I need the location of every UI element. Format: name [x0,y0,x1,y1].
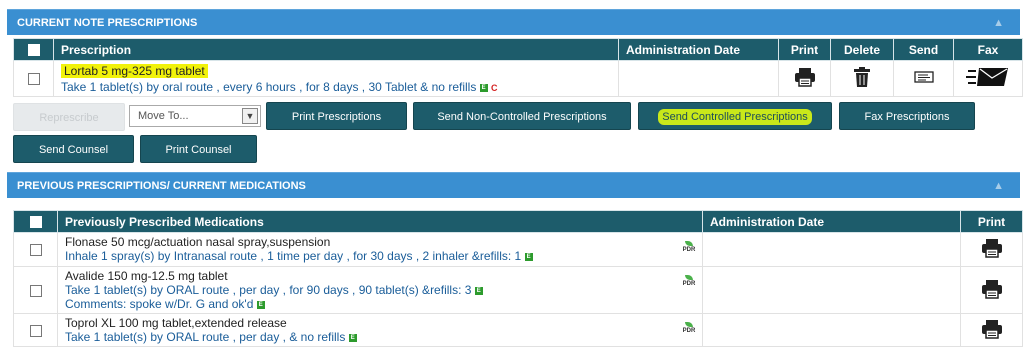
move-to-select[interactable]: Move To... ▼ [129,105,261,127]
table-row: Avalide 150 mg-12.5 mg tablet Take 1 tab… [13,266,1023,314]
section-title: CURRENT NOTE PRESCRIPTIONS [17,17,198,29]
row-select-cell [13,313,58,347]
fax-header: Fax [953,38,1023,61]
move-to-value: Move To... [138,110,189,122]
previous-prescriptions-table: Previously Prescribed Medications Admini… [13,210,1023,347]
e-prescribe-badge: E [348,333,357,342]
printer-icon[interactable] [794,67,816,87]
drug-name[interactable]: Lortab 5 mg-325 mg tablet [61,64,208,78]
admin-date-header: Administration Date [618,38,779,61]
drug-sig: Inhale 1 spray(s) by Intranasal route , … [65,249,522,263]
e-prescribe-badge: E [256,300,265,309]
print-prescriptions-label: Print Prescriptions [291,111,382,123]
table-row: Toprol XL 100 mg tablet,extended release… [13,313,1023,347]
medication-cell: Avalide 150 mg-12.5 mg tablet Take 1 tab… [57,266,703,314]
print-prescriptions-button[interactable]: Print Prescriptions [266,102,407,130]
prescription-cell: Lortab 5 mg-325 mg tablet Take 1 tablet(… [53,60,619,97]
medication-cell: Toprol XL 100 mg tablet,extended release… [57,313,703,347]
send-icon[interactable] [913,71,934,83]
pdr-label: PDR [682,328,696,334]
represcribe-button[interactable]: Represcribe [13,103,125,131]
previous-prescriptions-header: PREVIOUS PRESCRIPTIONS/ CURRENT MEDICATI… [7,172,1020,198]
trash-icon[interactable] [854,67,870,87]
meds-header: Previously Prescribed Medications [57,210,703,233]
collapse-caret-icon[interactable]: ▲ [993,10,1004,36]
e-prescribe-badge: E [474,286,483,295]
delete-header: Delete [830,38,894,61]
send-cell [893,60,954,97]
e-prescribe-badge: E [479,83,488,92]
section-title: PREVIOUS PRESCRIPTIONS/ CURRENT MEDICATI… [17,180,306,192]
print-cell [778,60,831,97]
fax-cell [953,60,1023,97]
admin-date-cell [618,60,779,97]
send-controlled-label: Send Controlled Prescriptions [658,109,812,125]
send-non-controlled-button[interactable]: Send Non-Controlled Prescriptions [413,102,631,130]
table-header-row: Prescription Administration Date Print D… [13,38,1023,61]
pdr-label: PDR [682,281,696,287]
print-cell [960,266,1023,314]
admin-date-cell [702,313,961,347]
print-counsel-button[interactable]: Print Counsel [140,135,257,163]
row-checkbox[interactable] [29,244,42,257]
print-header: Print [960,210,1023,233]
printer-icon[interactable] [981,238,1003,258]
table-row: Lortab 5 mg-325 mg tablet Take 1 tablet(… [13,60,1023,97]
drug-name[interactable]: Flonase 50 mcg/actuation nasal spray,sus… [65,235,330,249]
row-select-cell [13,60,54,97]
print-cell [960,313,1023,347]
printer-icon[interactable] [981,319,1003,339]
e-prescribe-badge: E [524,252,533,261]
delete-cell [830,60,894,97]
row-checkbox[interactable] [29,324,42,337]
row-checkbox[interactable] [29,284,42,297]
chevron-down-icon[interactable]: ▼ [242,108,258,124]
current-prescriptions-header: CURRENT NOTE PRESCRIPTIONS ▲ [7,9,1020,35]
pdr-icon[interactable]: PDR [682,241,696,256]
send-controlled-button[interactable]: Send Controlled Prescriptions [638,102,832,130]
collapse-caret-icon[interactable]: ▲ [993,173,1004,199]
prescription-header: Prescription [53,38,619,61]
row-checkbox[interactable] [27,73,40,86]
drug-sig: Take 1 tablet(s) by ORAL route , per day… [65,330,346,344]
print-cell [960,232,1023,267]
drug-comment: Comments: spoke w/Dr. G and ok'd [65,297,254,311]
drug-name[interactable]: Avalide 150 mg-12.5 mg tablet [65,269,228,283]
select-all-cell [13,210,58,233]
send-counsel-label: Send Counsel [38,144,109,156]
drug-sig: Take 1 tablet(s) by oral route , every 6… [61,80,477,94]
table-row: Flonase 50 mcg/actuation nasal spray,sus… [13,232,1023,267]
fax-icon[interactable] [966,66,1010,88]
print-counsel-label: Print Counsel [165,144,232,156]
admin-date-cell [702,266,961,314]
row-select-cell [13,232,58,267]
fax-prescriptions-button[interactable]: Fax Prescriptions [839,102,975,130]
row-select-cell [13,266,58,314]
send-non-controlled-label: Send Non-Controlled Prescriptions [437,111,607,123]
printer-icon[interactable] [981,279,1003,299]
pdr-icon[interactable]: PDR [682,275,696,290]
pdr-icon[interactable]: PDR [682,322,696,337]
drug-name[interactable]: Toprol XL 100 mg tablet,extended release [65,316,287,330]
fax-prescriptions-label: Fax Prescriptions [864,111,950,123]
admin-date-cell [702,232,961,267]
print-header: Print [778,38,831,61]
select-all-cell [13,38,54,61]
send-counsel-button[interactable]: Send Counsel [13,135,134,163]
send-header: Send [893,38,954,61]
drug-sig: Take 1 tablet(s) by ORAL route , per day… [65,283,472,297]
controlled-mark: C [491,82,498,93]
pdr-label: PDR [682,247,696,253]
current-prescriptions-table: Prescription Administration Date Print D… [13,38,1023,97]
table-header-row: Previously Prescribed Medications Admini… [13,210,1023,233]
medication-cell: Flonase 50 mcg/actuation nasal spray,sus… [57,232,703,267]
admin-date-header: Administration Date [702,210,961,233]
select-all-checkbox[interactable] [27,44,40,57]
represcribe-label: Represcribe [39,112,99,124]
select-all-checkbox[interactable] [29,216,42,229]
